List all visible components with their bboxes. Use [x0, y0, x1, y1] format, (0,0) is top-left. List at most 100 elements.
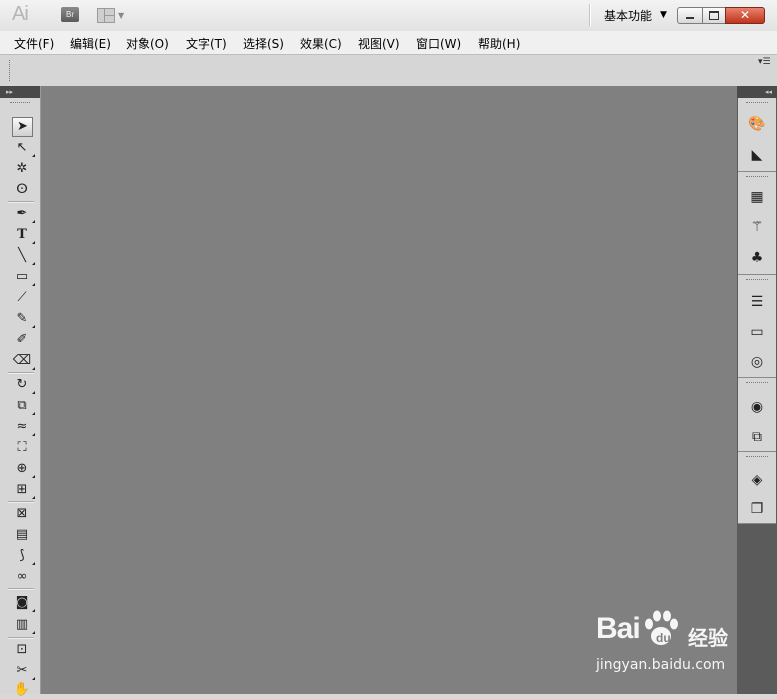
type-tool-button[interactable]: T — [12, 225, 35, 244]
menu-help[interactable]: 帮助(H) — [478, 35, 520, 52]
gradient-panel-button[interactable]: ▭ — [747, 322, 767, 342]
watermark-jingyan: 经验 — [688, 626, 728, 650]
appearance-panel-button[interactable]: ◉ — [747, 397, 767, 417]
control-bar-grip[interactable] — [9, 60, 13, 81]
stroke-panel-button[interactable]: ☰ — [747, 292, 767, 312]
tool-divider — [8, 637, 34, 639]
column-graph-tool-icon: ▥ — [15, 617, 29, 632]
dock-group-grip[interactable] — [746, 456, 768, 460]
blend-tool-button[interactable]: ∞ — [12, 567, 32, 586]
app-logo: Ai — [12, 3, 29, 25]
dock-group-grip[interactable] — [746, 176, 768, 180]
tool-divider — [8, 588, 34, 590]
perspective-grid-tool-button[interactable]: ⊞ — [12, 480, 35, 499]
rotate-tool-button[interactable]: ↻ — [12, 375, 35, 394]
tool-divider — [8, 372, 34, 374]
maximize-button[interactable] — [702, 7, 726, 24]
free-transform-tool-icon: ⛶ — [17, 440, 27, 455]
slice-tool-button[interactable]: ✂ — [12, 661, 35, 680]
panel-menu-icon[interactable]: ▾☰ — [758, 57, 771, 67]
graphic-styles-panel-button[interactable]: ⧉ — [747, 427, 767, 447]
gradient-tool-icon: ▤ — [15, 527, 29, 542]
blend-tool-icon: ∞ — [16, 569, 28, 584]
eraser-tool-icon: ⌫ — [12, 353, 32, 368]
document-canvas[interactable] — [41, 86, 737, 694]
stroke-panel-icon: ☰ — [750, 294, 764, 310]
column-graph-tool-button[interactable]: ▥ — [12, 615, 35, 634]
hand-tool-button[interactable]: ✋ — [12, 680, 32, 699]
menu-edit[interactable]: 编辑(E) — [70, 35, 111, 52]
perspective-grid-tool-icon: ⊞ — [16, 482, 28, 497]
blob-brush-tool-button[interactable]: ✐ — [12, 330, 32, 349]
close-button[interactable]: ✕ — [725, 7, 765, 24]
type-tool-icon: T — [17, 227, 27, 242]
pencil-tool-button[interactable]: ✎ — [12, 309, 35, 328]
brushes-panel-icon: ⚚ — [750, 219, 764, 235]
scale-tool-icon: ⧉ — [17, 398, 27, 413]
svg-text:du: du — [656, 631, 671, 645]
line-segment-tool-button[interactable]: ╲ — [12, 246, 35, 265]
menu-select[interactable]: 选择(S) — [243, 35, 284, 52]
menu-type[interactable]: 文字(T) — [186, 35, 227, 52]
color-panel-button[interactable]: 🎨 — [747, 114, 767, 134]
watermark-logo: Bai — [596, 612, 641, 645]
dock-group-color: 🎨 ◣ — [738, 98, 776, 172]
blob-brush-tool-icon: ✐ — [16, 332, 28, 347]
menu-view[interactable]: 视图(V) — [358, 35, 400, 52]
menu-bar: 文件(F) 编辑(E) 对象(O) 文字(T) 选择(S) 效果(C) 视图(V… — [0, 31, 777, 55]
bridge-button[interactable]: Br — [61, 7, 79, 22]
dock-group-layers: ◈ ❐ — [738, 452, 776, 524]
baidu-watermark: Bai du 经验 jingyan.baidu.com — [596, 610, 746, 682]
selection-tool-icon: ➤ — [17, 119, 28, 134]
scale-tool-button[interactable]: ⧉ — [12, 396, 35, 415]
collapse-dock-icon[interactable]: ◂◂ — [737, 86, 777, 98]
paintbrush-tool-button[interactable]: ⟋ — [12, 288, 32, 307]
selection-tool-button[interactable]: ➤ — [12, 117, 33, 137]
window-controls: ✕ — [677, 7, 765, 24]
rotate-tool-icon: ↻ — [16, 377, 28, 392]
color-guide-panel-button[interactable]: ◣ — [747, 145, 767, 165]
gradient-panel-icon: ▭ — [750, 324, 764, 340]
dock-group-grip[interactable] — [746, 102, 768, 106]
paintbrush-tool-icon: ⟋ — [17, 290, 27, 305]
menu-effect[interactable]: 效果(C) — [300, 35, 342, 52]
paw-icon: du — [645, 610, 678, 645]
symbol-sprayer-tool-button[interactable]: ◙ — [12, 593, 35, 612]
artboards-panel-button[interactable]: ❐ — [747, 499, 767, 519]
magic-wand-tool-button[interactable]: ✲ — [12, 159, 32, 178]
dock-group-grip[interactable] — [746, 382, 768, 386]
layers-panel-button[interactable]: ◈ — [747, 470, 767, 490]
minimize-button[interactable] — [677, 7, 703, 24]
menu-file[interactable]: 文件(F) — [14, 35, 54, 52]
dock-group-grip[interactable] — [746, 279, 768, 283]
menu-window[interactable]: 窗口(W) — [416, 35, 461, 52]
layout-grid-icon — [97, 7, 115, 23]
mesh-tool-button[interactable]: ⊠ — [12, 504, 32, 523]
brushes-panel-button[interactable]: ⚚ — [747, 217, 767, 237]
symbols-panel-icon: ♣ — [750, 250, 764, 266]
lasso-tool-icon: ⵙ — [16, 182, 28, 197]
artboard-tool-button[interactable]: ⊡ — [12, 640, 32, 659]
slice-tool-icon: ✂ — [16, 663, 28, 678]
gradient-tool-button[interactable]: ▤ — [12, 525, 32, 544]
pen-tool-button[interactable]: ✒ — [12, 204, 35, 223]
transparency-panel-button[interactable]: ◎ — [747, 352, 767, 372]
lasso-tool-button[interactable]: ⵙ — [12, 180, 32, 199]
direct-selection-tool-button[interactable]: ↖ — [12, 138, 35, 157]
arrange-documents-button[interactable]: ▼ — [97, 7, 129, 23]
eyedropper-tool-button[interactable]: ⟆ — [12, 546, 35, 565]
symbols-panel-button[interactable]: ♣ — [747, 248, 767, 268]
title-divider — [589, 4, 591, 26]
line-segment-tool-icon: ╲ — [18, 248, 26, 263]
eraser-tool-button[interactable]: ⌫ — [12, 351, 35, 370]
rectangle-tool-button[interactable]: ▭ — [12, 267, 35, 286]
workspace-switcher[interactable]: 基本功能 ▼ — [604, 7, 667, 23]
menu-object[interactable]: 对象(O) — [126, 35, 169, 52]
free-transform-tool-button[interactable]: ⛶ — [12, 438, 32, 457]
shape-builder-tool-button[interactable]: ⊕ — [12, 459, 35, 478]
tools-panel-grip[interactable] — [10, 102, 30, 106]
swatches-panel-button[interactable]: ▦ — [747, 187, 767, 207]
dock-group-appearance: ◉ ⧉ — [738, 378, 776, 452]
warp-tool-button[interactable]: ≈ — [12, 417, 35, 436]
expand-panel-icon[interactable]: ▸▸ — [0, 86, 40, 98]
